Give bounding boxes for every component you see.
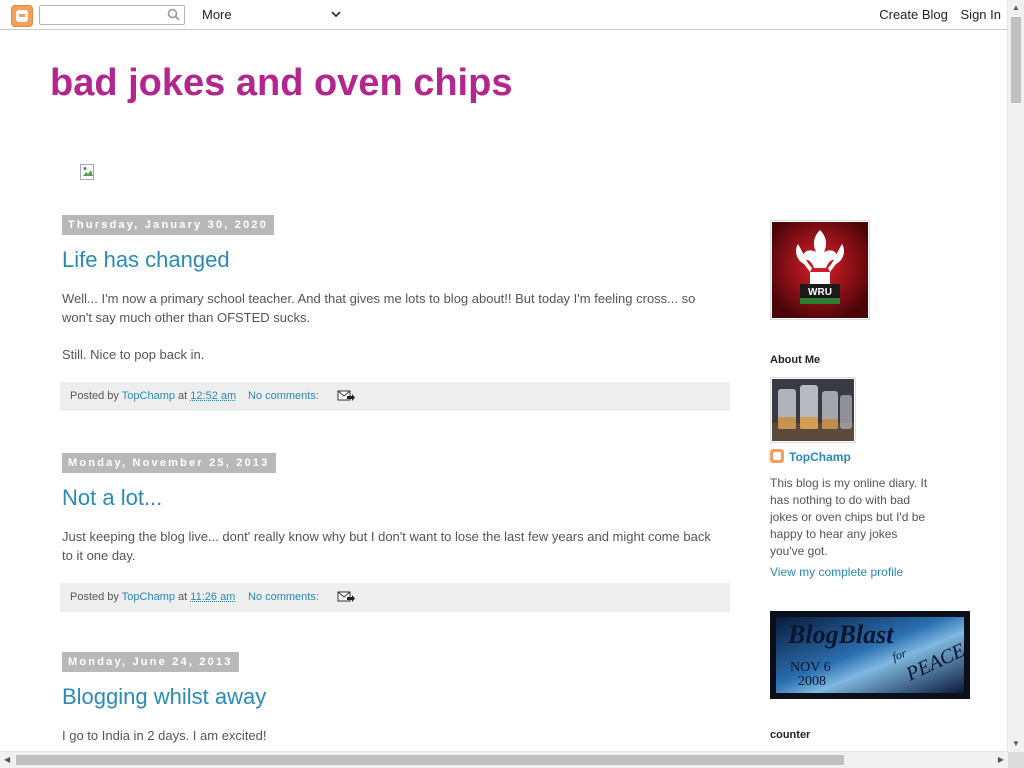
blogblast-year: 2008	[798, 674, 826, 689]
vertical-scroll-thumb[interactable]	[1011, 17, 1021, 103]
main-content: Thursday, January 30, 2020 Life has chan…	[60, 215, 730, 763]
post-time-link[interactable]: 12:52 am	[190, 390, 236, 402]
post-title[interactable]: Blogging whilst away	[62, 684, 730, 710]
blogblast-banner[interactable]: BlogBlast for PEACE NOV 6 2008	[770, 611, 970, 699]
blog-title[interactable]: bad jokes and oven chips	[50, 62, 512, 105]
author-link[interactable]: TopChamp	[122, 591, 175, 603]
more-menu[interactable]: More	[202, 7, 232, 22]
scrollbar-corner	[1008, 752, 1024, 768]
blogger-logo-icon[interactable]	[11, 5, 33, 27]
posted-by-label: Posted by	[70, 591, 119, 603]
post-byline: Posted by TopChamp at 11:26 am	[70, 591, 235, 603]
email-post-icon[interactable]	[337, 389, 355, 403]
posted-by-label: Posted by	[70, 390, 119, 402]
post-paragraph: Well... I'm now a primary school teacher…	[62, 291, 696, 325]
search-box[interactable]	[39, 5, 185, 25]
scroll-down-arrow-icon[interactable]: ▼	[1012, 740, 1020, 748]
navbar-actions: Create Blog Sign In	[870, 7, 1001, 22]
blogblast-peace-image: BlogBlast for PEACE NOV 6 2008	[770, 611, 970, 699]
create-blog-link[interactable]: Create Blog	[879, 7, 948, 22]
post-byline: Posted by TopChamp at 12:52 am	[70, 390, 236, 402]
comments-link[interactable]: No comments:	[248, 390, 319, 402]
date-header: Monday, November 25, 2013	[62, 453, 276, 473]
post-paragraph: I go to India in 2 days. I am excited!	[62, 728, 267, 743]
about-me-heading: About Me	[770, 354, 821, 366]
wru-logo-text: WRU	[808, 287, 832, 298]
comments-link[interactable]: No comments:	[248, 591, 319, 603]
post: Monday, November 25, 2013 Not a lot... J…	[60, 453, 730, 612]
post-body: I go to India in 2 days. I am excited!	[62, 726, 722, 745]
post-paragraph: Just keeping the blog live... dont' real…	[62, 529, 711, 563]
post-footer: Posted by TopChamp at 11:26 am No commen…	[60, 583, 730, 612]
post-time-link[interactable]: 11:26 am	[190, 591, 235, 603]
post-body: Well... I'm now a primary school teacher…	[62, 289, 722, 364]
date-header: Thursday, January 30, 2020	[62, 215, 275, 235]
post: Monday, June 24, 2013 Blogging whilst aw…	[60, 652, 730, 745]
blogger-navbar: More Create Blog Sign In	[0, 0, 1008, 30]
chevron-down-icon[interactable]	[330, 9, 342, 19]
post-title[interactable]: Not a lot...	[62, 485, 730, 511]
view-profile-link[interactable]: View my complete profile	[770, 565, 903, 579]
scroll-right-arrow-icon[interactable]: ▶	[998, 756, 1004, 764]
counter-heading: counter	[770, 729, 811, 741]
date-header: Monday, June 24, 2013	[62, 652, 239, 672]
blogger-profile-icon	[770, 449, 784, 463]
sign-in-link[interactable]: Sign In	[961, 7, 1001, 22]
scroll-up-arrow-icon[interactable]: ▲	[1012, 4, 1020, 12]
post-title[interactable]: Life has changed	[62, 247, 730, 273]
search-icon[interactable]	[167, 8, 180, 21]
post-footer: Posted by TopChamp at 12:52 am No commen…	[60, 382, 730, 411]
wru-logo-image[interactable]: WRU	[770, 220, 870, 320]
scroll-left-arrow-icon[interactable]: ◀	[4, 756, 10, 764]
vertical-scrollbar[interactable]: ▲ ▼	[1007, 0, 1024, 752]
email-post-icon[interactable]	[337, 590, 355, 604]
about-me-text: This blog is my online diary. It has not…	[770, 476, 928, 558]
broken-image-icon	[80, 164, 94, 180]
horizontal-scrollbar[interactable]: ◀ ▶	[0, 751, 1008, 768]
post-body: Just keeping the blog live... dont' real…	[62, 527, 722, 565]
post: Thursday, January 30, 2020 Life has chan…	[60, 215, 730, 411]
profile-photo-glasses	[772, 379, 854, 441]
at-label: at	[178, 390, 188, 402]
blogblast-date: NOV 6	[790, 660, 831, 675]
profile-name-link[interactable]: TopChamp	[770, 449, 851, 464]
profile-photo[interactable]	[770, 377, 856, 443]
horizontal-scroll-thumb[interactable]	[16, 755, 844, 765]
search-input[interactable]	[44, 7, 168, 25]
author-link[interactable]: TopChamp	[122, 390, 175, 402]
wru-feathers-icon: WRU	[772, 222, 868, 318]
at-label: at	[178, 591, 188, 603]
blogblast-title: BlogBlast	[787, 620, 894, 649]
profile-name[interactable]: TopChamp	[789, 450, 851, 464]
post-paragraph: Still. Nice to pop back in.	[62, 347, 205, 362]
